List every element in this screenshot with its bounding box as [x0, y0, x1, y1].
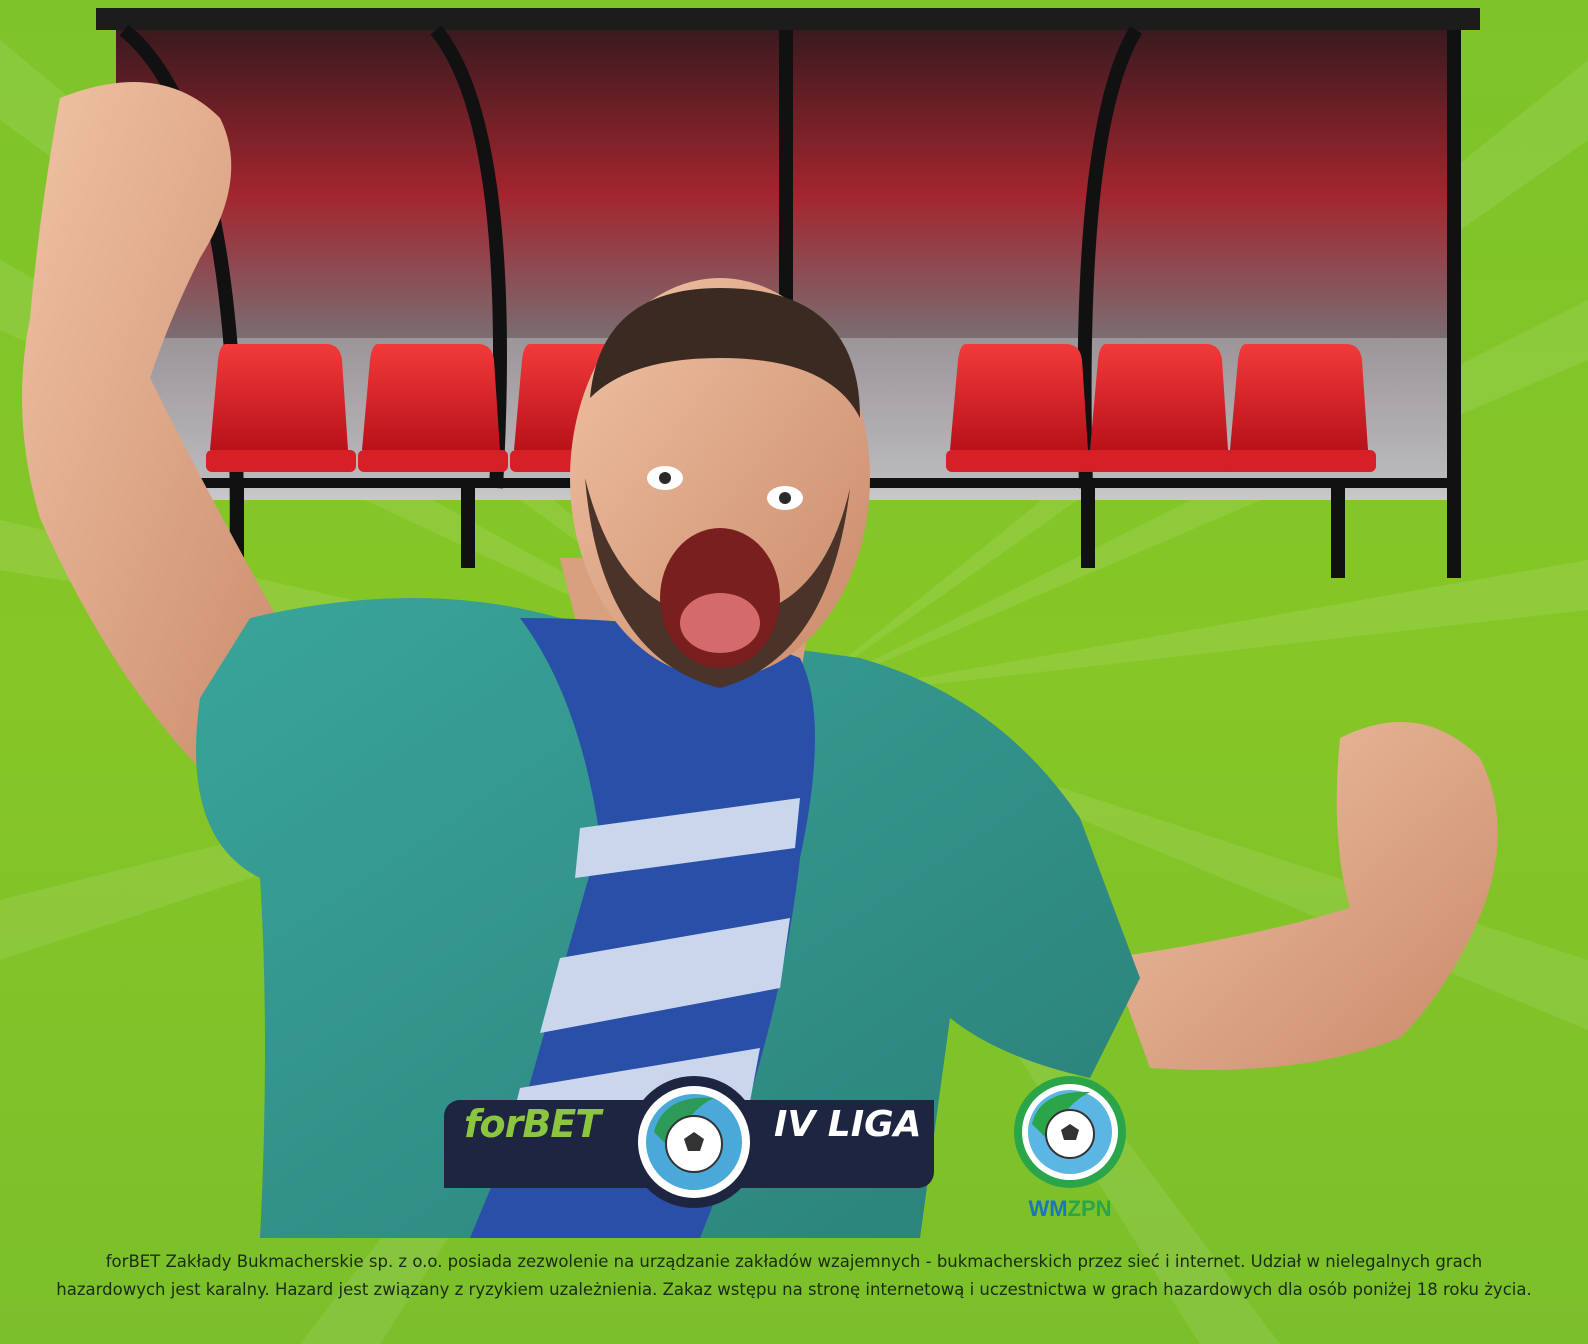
disclaimer-line-2: hazardowych jest karalny. Hazard jest zw…: [56, 1280, 1532, 1299]
forbet-wordmark: forBET: [464, 1102, 601, 1146]
disclaimer-line-1: forBET Zakłady Bukmacherskie sp. z o.o. …: [105, 1252, 1483, 1271]
football-badge-icon: [628, 1076, 760, 1208]
wmzpn-wordmark: WMZPN: [1010, 1196, 1130, 1222]
legal-disclaimer: forBET Zakłady Bukmacherskie sp. z o.o. …: [20, 1248, 1568, 1304]
wmzpn-prefix: WM: [1028, 1196, 1068, 1221]
forbet-iv-liga-logo: forBET IV LIGA: [444, 1072, 944, 1222]
league-name: IV LIGA: [774, 1104, 922, 1145]
cheering-fan-image: [22, 82, 1498, 1238]
wmzpn-logo: WMZPN: [1010, 1072, 1130, 1232]
wmzpn-emblem-icon: [1014, 1076, 1126, 1188]
wmzpn-suffix: ZPN: [1067, 1196, 1112, 1221]
